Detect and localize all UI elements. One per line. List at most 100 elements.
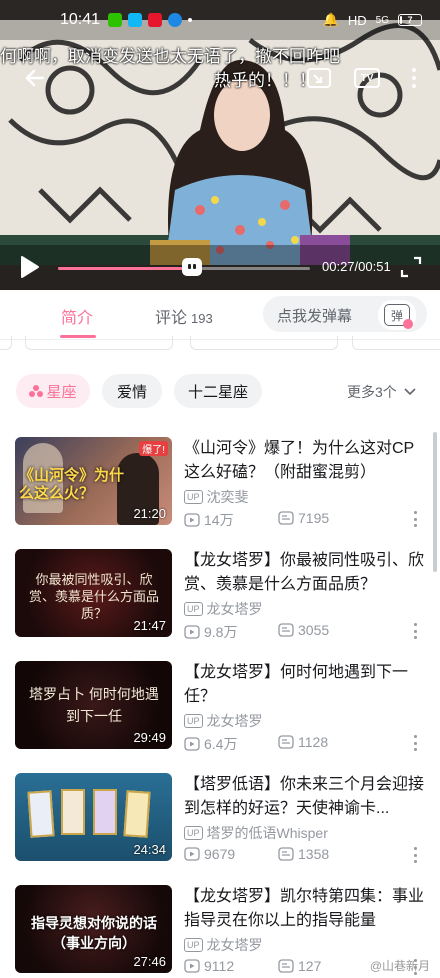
view-count: 9679: [184, 846, 235, 862]
danmaku-count: 1128: [278, 734, 328, 750]
more-notifications-dot: [188, 18, 193, 22]
total-duration: 00:51: [358, 259, 391, 274]
fullscreen-icon: [400, 256, 422, 278]
video-cover[interactable]: 塔罗占卜 何时何地遇到下一任 29:49: [15, 661, 172, 749]
uploader-name: 沈奕斐: [206, 489, 249, 505]
video-title: 【塔罗低语】你未来三个月会迎接到怎样的好运？天使神谕卡...: [184, 776, 425, 817]
weibo-icon: [148, 13, 163, 27]
danmaku-count-icon: [278, 623, 294, 637]
video-cover[interactable]: 24:34: [15, 773, 172, 861]
danmaku-count-icon: [278, 959, 294, 973]
more-vertical-icon[interactable]: [412, 623, 418, 639]
list-scrollbar[interactable]: [433, 432, 437, 572]
tab-comments[interactable]: 评论 193: [155, 304, 213, 328]
more-vertical-icon[interactable]: [412, 735, 418, 751]
video-list-item[interactable]: 塔罗占卜 何时何地遇到下一任 29:49 【龙女塔罗】何时何地遇到下一任？ UP…: [0, 649, 440, 761]
danmaku-count: 127: [278, 958, 321, 974]
constellation-icon: [29, 385, 44, 397]
alarm-icon: 🔔: [322, 12, 339, 27]
danmaku-toggle-button[interactable]: 弹: [378, 300, 416, 330]
video-title: 【龙女塔罗】你最被同性吸引、欣赏、羡慕是什么方面品质？: [184, 552, 425, 593]
more-options-button[interactable]: [404, 62, 424, 94]
up-badge: UP: [184, 938, 203, 952]
play-icon: [21, 256, 39, 278]
tag-label: 十二星座: [187, 383, 248, 401]
more-vertical-icon[interactable]: [412, 511, 418, 527]
back-arrow-icon: [25, 69, 45, 87]
tv-icon: TV: [354, 68, 380, 88]
browser-icon: [168, 13, 183, 27]
video-duration: 29:49: [133, 730, 166, 745]
danmaku-input-placeholder: 点我发弹幕: [277, 308, 353, 325]
watermark: @山巷新月: [369, 959, 430, 973]
video-cover[interactable]: 你最被同性吸引、欣赏、羡慕是什么方面品质？ 21:47: [15, 549, 172, 637]
video-list-item[interactable]: 《山河令》为什么这么火？ 爆了! 21:20 《山河令》爆了！为什么这对CP这么…: [0, 425, 440, 537]
video-title: 【龙女塔罗】何时何地遇到下一任？: [184, 664, 409, 705]
danmaku-count-value: 3055: [298, 622, 330, 638]
video-cover[interactable]: 指导灵想对你说的话（事业方向） 27:46: [15, 885, 172, 973]
card-image: [61, 789, 85, 835]
danmaku-comment: 热乎的！！！: [214, 71, 316, 90]
tab-intro[interactable]: 简介: [61, 304, 93, 328]
progress-handle-icon[interactable]: [181, 258, 202, 276]
player-controls: 00:27/00:51: [0, 250, 440, 284]
view-count: 9.8万: [184, 622, 237, 642]
up-badge: UP: [184, 602, 203, 616]
back-button[interactable]: [20, 62, 50, 94]
tag-chip[interactable]: 爱情: [102, 374, 162, 408]
video-player[interactable]: 10:41 🔔 HD 5G 7 何啊啊，取消变发送也太无语了，撤不回咋吧 热乎的…: [0, 0, 440, 290]
danmaku-count-icon: [278, 511, 294, 525]
uploader-name: 龙女塔罗: [206, 601, 263, 617]
cast-tv-button[interactable]: TV: [350, 62, 384, 94]
tag-chip[interactable]: 星座: [16, 374, 90, 408]
signal-label: 5G: [375, 14, 389, 26]
status-time: 10:41: [60, 11, 101, 28]
danmaku-count-icon: [278, 735, 294, 749]
card-image: [93, 789, 117, 835]
video-duration: 27:46: [133, 954, 166, 969]
danmaku-toggle-label: 弹: [390, 308, 403, 323]
play-button[interactable]: [16, 254, 42, 280]
uploader[interactable]: UP 龙女塔罗: [184, 599, 263, 619]
current-time: 00:27: [322, 259, 355, 274]
danmaku-count-icon: [278, 847, 294, 861]
network-label: HD: [347, 12, 367, 28]
pip-button[interactable]: [302, 62, 336, 94]
collapsed-card: [190, 336, 338, 350]
uploader[interactable]: UP 沈奕斐: [184, 487, 249, 507]
uploader[interactable]: UP 龙女塔罗: [184, 711, 263, 731]
tag-label: 星座: [46, 383, 77, 401]
video-list-item[interactable]: 24:34 【塔罗低语】你未来三个月会迎接到怎样的好运？天使神谕卡... UP …: [0, 761, 440, 873]
cover-text: 你最被同性吸引、欣赏、羡慕是什么方面品质？: [29, 572, 160, 621]
chevron-down-icon: [404, 388, 416, 396]
video-stats: 9.8万 3055: [184, 622, 434, 640]
progress-fill: [58, 267, 192, 270]
view-count-value: 9112: [204, 958, 235, 974]
qq-icon: [128, 13, 143, 27]
up-badge: UP: [184, 826, 203, 840]
uploader-name: 龙女塔罗: [206, 713, 263, 729]
time-display: 00:27/00:51: [322, 259, 391, 274]
cover-text: 《山河令》为什么这么火？: [19, 467, 125, 502]
view-count-value: 14万: [204, 512, 234, 528]
cover-text: 塔罗占卜 何时何地遇到下一任: [29, 686, 159, 724]
video-list-item[interactable]: 你最被同性吸引、欣赏、羡慕是什么方面品质？ 21:47 【龙女塔罗】你最被同性吸…: [0, 537, 440, 649]
more-tags-button[interactable]: 更多3个: [347, 382, 417, 402]
tag-chip[interactable]: 十二星座: [174, 374, 262, 408]
video-stats: 6.4万 1128: [184, 734, 434, 752]
danmaku-count: 1358: [278, 846, 329, 862]
play-count-icon: [184, 847, 200, 861]
video-cover[interactable]: 《山河令》为什么这么火？ 爆了! 21:20: [15, 437, 172, 525]
more-vertical-icon[interactable]: [412, 847, 418, 863]
danmaku-count-value: 127: [298, 958, 322, 974]
fullscreen-button[interactable]: [400, 256, 422, 278]
card-image: [27, 790, 55, 838]
uploader[interactable]: UP 塔罗的低语Whisper: [184, 823, 328, 843]
danmaku-toggle-icon: 弹: [384, 304, 413, 329]
danmaku-count: 7195: [278, 510, 329, 526]
danmaku-comment: 何啊啊，取消变发送也太无语了，撤不回咋吧: [0, 47, 340, 66]
status-bar: 10:41 🔔 HD 5G 7: [0, 0, 440, 40]
comments-count: 193: [191, 311, 213, 326]
video-duration: 24:34: [133, 842, 166, 857]
uploader[interactable]: UP 龙女塔罗: [184, 935, 263, 955]
